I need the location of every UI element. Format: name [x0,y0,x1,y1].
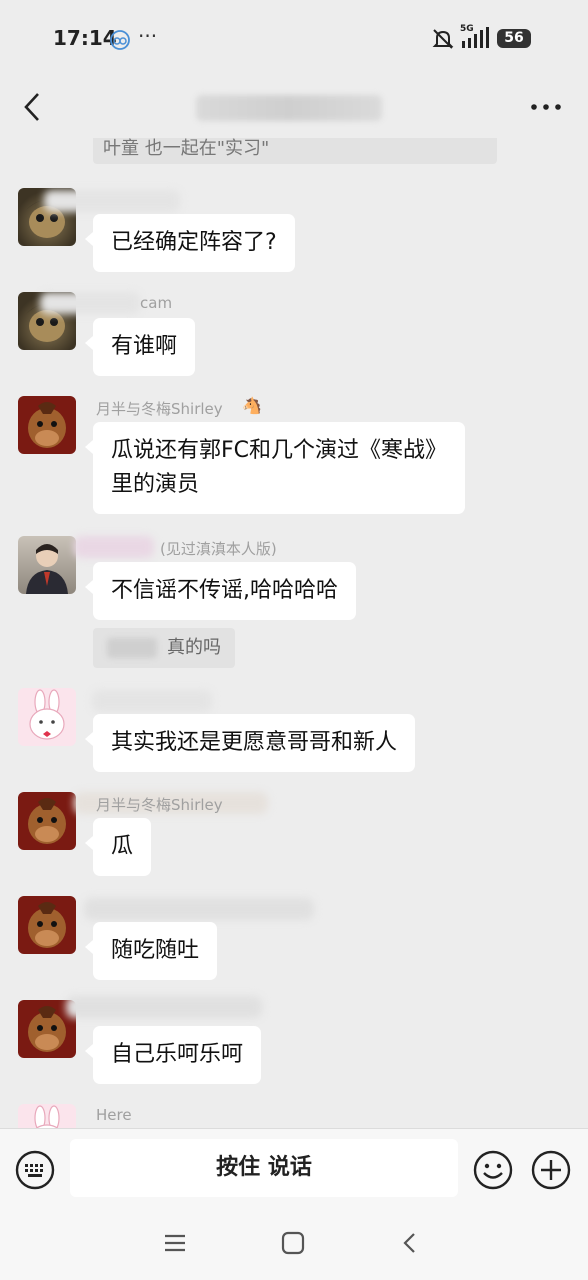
avatar-horse[interactable] [18,792,76,850]
sender-name: 月半与冬梅Shirley [96,400,223,418]
message-text: 随吃随吐 [111,938,200,963]
message-bubble[interactable]: 瓜说还有郭FC和几个演过《寒战》 里的演员 [84,422,466,514]
sender-name-blurred [66,996,262,1018]
message-text: 其实我还是更愿意哥哥和新人 [111,730,398,755]
nav-back-icon[interactable] [398,1230,424,1256]
avatar-horse[interactable] [18,396,76,454]
quote-author-blurred [107,638,157,658]
horse-avatar-icon [28,902,66,948]
home-icon[interactable] [280,1230,306,1256]
quoted-text: 真的吗 [167,637,221,658]
sender-name: 月半与冬梅Shirley [96,796,223,814]
chat-header [0,76,588,138]
sender-name-blurred [40,292,140,314]
cloud-app-icon [110,30,130,50]
sender-name-blurred [74,536,154,558]
sender-name-blurred [84,898,314,920]
message-text: 有谁啊 [111,334,178,359]
more-dots-icon[interactable] [526,96,566,118]
mute-bell-icon [432,29,454,49]
message-text-line2: 里的演员 [111,472,200,497]
chat-title-blurred [196,95,382,121]
keyboard-icon[interactable] [14,1149,56,1191]
bunny-avatar-icon [34,1105,60,1128]
sender-name: cam [140,294,173,312]
message-bubble[interactable]: 自己乐呵乐呵 [84,1026,262,1084]
sender-name: (见过滇滇本人版) [160,540,277,558]
emoji-icon[interactable] [472,1149,514,1191]
back-arrow-icon[interactable] [18,90,48,124]
avatar-bunny[interactable] [18,1104,76,1128]
message-text-line1: 瓜说还有郭FC和几个演过《寒战》 [111,438,448,463]
quoted-snippet-text: 叶童 也一起在"实习" [103,138,270,159]
quoted-reply[interactable]: 真的吗 [93,628,235,668]
menu-icon[interactable] [162,1230,188,1256]
person-avatar-icon [26,544,68,594]
message-bubble[interactable]: 已经确定阵容了? [85,214,295,272]
message-bubble[interactable]: 有谁啊 [84,318,196,376]
sender-name-blurred [92,690,212,712]
message-bubble[interactable]: 随吃随吐 [84,922,218,980]
message-text: 已经确定阵容了? [111,230,277,255]
battery-icon: 56 [497,29,531,48]
signal-icon [462,27,489,48]
sender-name-blurred [44,190,180,212]
chat-input-bar: 按住 说话 [0,1128,588,1209]
message-text: 自己乐呵乐呵 [111,1042,244,1067]
message-text: 瓜 [111,834,134,859]
bunny-avatar-icon [29,689,65,740]
avatar-horse[interactable] [18,896,76,954]
status-more-dots: ··· [138,24,158,48]
horse-emoji-icon: 🐴 [242,396,262,415]
chat-message-list[interactable]: 叶童 也一起在"实习" 已经确定阵容了? cam 有谁啊 月半与冬梅Shirle… [0,138,588,1128]
message-bubble[interactable]: 其实我还是更愿意哥哥和新人 [84,714,416,772]
horse-avatar-icon [28,798,66,844]
message-bubble[interactable]: 不信谣不传谣,哈哈哈哈 [85,562,356,620]
battery-level: 56 [504,30,524,46]
system-navigation-bar [0,1208,588,1280]
quoted-snippet: 叶童 也一起在"实习" [93,138,497,164]
horse-avatar-icon [28,402,66,448]
avatar-bunny[interactable] [18,688,76,746]
status-bar: 17:14 ··· 5G 56 [0,0,588,76]
hold-to-talk-button[interactable]: 按住 说话 [70,1139,458,1197]
status-time: 17:14 [53,26,117,50]
plus-icon[interactable] [530,1149,572,1191]
message-text: 不信谣不传谣,哈哈哈哈 [111,578,338,603]
message-bubble[interactable]: 瓜 [84,818,152,876]
sender-name: Here [96,1106,132,1124]
avatar-man-suit[interactable] [18,536,76,594]
